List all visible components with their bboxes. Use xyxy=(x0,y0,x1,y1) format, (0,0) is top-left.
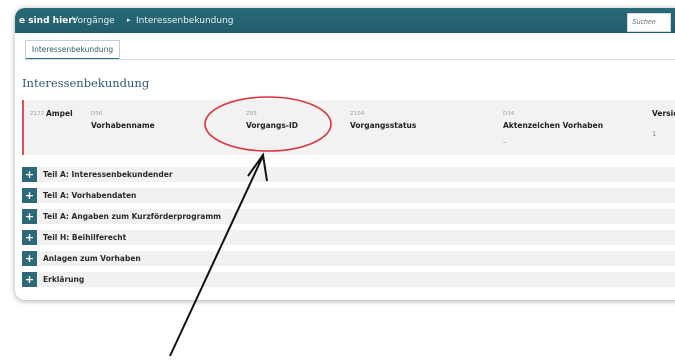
highlight-circle xyxy=(204,96,332,152)
annotation-overlay xyxy=(169,96,332,357)
annotation-arrow-line xyxy=(169,157,263,357)
